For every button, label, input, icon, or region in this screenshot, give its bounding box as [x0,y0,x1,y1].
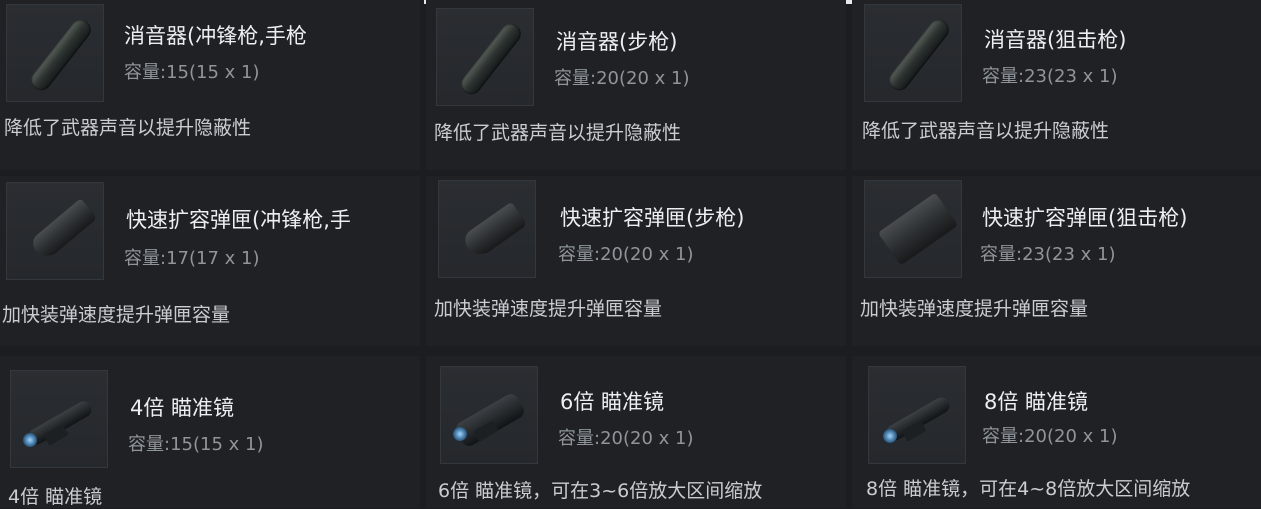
item-title: 消音器(狙击枪) [984,28,1127,52]
item-card-6x-scope[interactable]: 6倍 瞄准镜 容量:20(20 x 1) 6倍 瞄准镜，可在3~6倍放大区间缩放 [426,356,846,508]
item-capacity: 容量:20(20 x 1) [554,68,690,89]
item-thumbnail [6,4,104,102]
suppressor-icon [885,15,953,95]
item-thumbnail [6,182,104,280]
item-title: 消音器(步枪) [556,30,678,54]
scope-icon [453,391,527,449]
item-title: 8倍 瞄准镜 [984,390,1089,414]
item-description: 6倍 瞄准镜，可在3~6倍放大区间缩放 [438,480,763,502]
item-capacity: 容量:23(23 x 1) [982,66,1118,87]
item-capacity: 容量:23(23 x 1) [980,244,1116,265]
item-description: 8倍 瞄准镜，可在4~8倍放大区间缩放 [866,478,1191,500]
item-card-suppressor-smg[interactable]: 消音器(冲锋枪,手枪 容量:15(15 x 1) 降低了武器声音以提升隐蔽性 [0,0,420,170]
item-card-ext-mag-rifle[interactable]: 快速扩容弹匣(步枪) 容量:20(20 x 1) 加快装弹速度提升弹匣容量 [426,176,846,346]
item-description: 降低了武器声音以提升隐蔽性 [434,122,682,144]
item-thumbnail [10,370,108,468]
item-capacity: 容量:17(17 x 1) [124,248,260,269]
item-card-suppressor-rifle[interactable]: 消音器(步枪) 容量:20(20 x 1) 降低了武器声音以提升隐蔽性 [426,0,846,170]
item-title: 快速扩容弹匣(狙击枪) [982,206,1188,230]
item-capacity: 容量:20(20 x 1) [558,244,694,265]
item-thumbnail [440,366,538,464]
item-thumbnail [436,8,534,106]
item-description: 降低了武器声音以提升隐蔽性 [4,117,252,139]
item-description: 降低了武器声音以提升隐蔽性 [862,120,1110,142]
item-capacity: 容量:20(20 x 1) [982,426,1118,447]
item-card-suppressor-sniper[interactable]: 消音器(狙击枪) 容量:23(23 x 1) 降低了武器声音以提升隐蔽性 [852,0,1261,170]
item-thumbnail [868,366,966,464]
item-description: 加快装弹速度提升弹匣容量 [2,304,231,326]
item-description: 4倍 瞄准镜 [8,486,103,508]
suppressor-icon [457,19,525,99]
item-title: 6倍 瞄准镜 [560,390,665,414]
suppressor-icon [27,15,95,95]
item-card-ext-mag-smg[interactable]: 快速扩容弹匣(冲锋枪,手 容量:17(17 x 1) 加快装弹速度提升弹匣容量 [0,176,420,346]
item-card-4x-scope[interactable]: 4倍 瞄准镜 容量:15(15 x 1) 4倍 瞄准镜 [0,356,420,508]
item-title: 消音器(冲锋枪,手枪 [124,24,307,48]
item-card-8x-scope[interactable]: 8倍 瞄准镜 容量:20(20 x 1) 8倍 瞄准镜，可在4~8倍放大区间缩放 [852,356,1261,508]
item-description: 加快装弹速度提升弹匣容量 [434,298,663,320]
item-thumbnail [864,180,962,278]
item-title: 快速扩容弹匣(冲锋枪,手 [126,208,351,232]
item-capacity: 容量:15(15 x 1) [128,434,264,455]
item-title: 快速扩容弹匣(步枪) [560,206,745,230]
item-card-ext-mag-sniper[interactable]: 快速扩容弹匣(狙击枪) 容量:23(23 x 1) 加快装弹速度提升弹匣容量 [852,176,1261,346]
item-title: 4倍 瞄准镜 [130,396,235,420]
item-thumbnail [864,4,962,102]
item-thumbnail [438,180,536,278]
magazine-icon [460,201,528,261]
magazine-icon [877,192,959,266]
item-capacity: 容量:20(20 x 1) [558,428,694,449]
item-capacity: 容量:15(15 x 1) [124,62,260,83]
attachment-grid: 消音器(冲锋枪,手枪 容量:15(15 x 1) 降低了武器声音以提升隐蔽性 消… [0,0,1261,508]
item-description: 加快装弹速度提升弹匣容量 [860,298,1089,320]
magazine-icon [28,198,98,262]
